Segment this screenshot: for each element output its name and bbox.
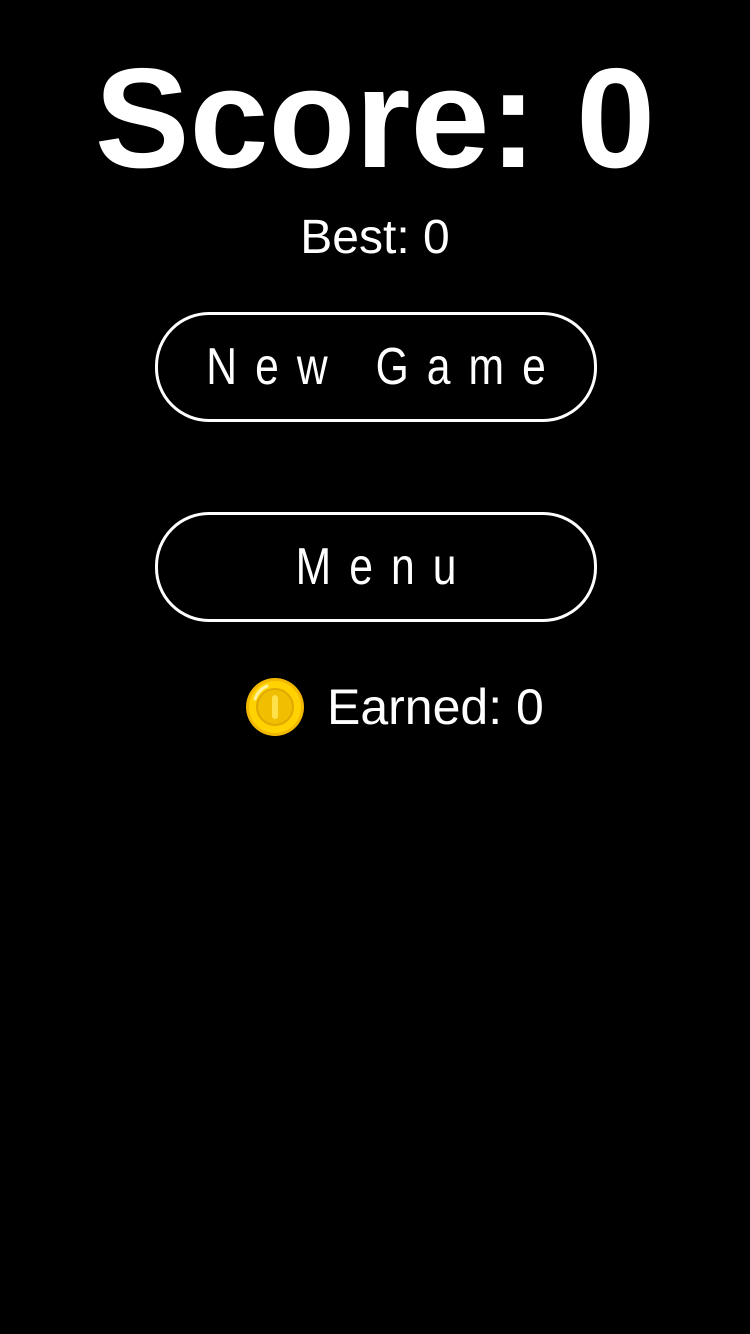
new-game-button[interactable]: New Game xyxy=(155,312,597,422)
menu-button-label: Menu xyxy=(295,538,475,596)
new-game-button-label: New Game xyxy=(206,338,564,396)
earned-row: Earned: 0 xyxy=(245,676,544,738)
coin-icon xyxy=(246,678,304,736)
best-score-label: Best: 0 xyxy=(300,211,450,264)
score-title: Score: 0 xyxy=(94,39,656,198)
menu-button[interactable]: Menu xyxy=(155,512,597,622)
earned-label: Earned: 0 xyxy=(327,679,544,735)
